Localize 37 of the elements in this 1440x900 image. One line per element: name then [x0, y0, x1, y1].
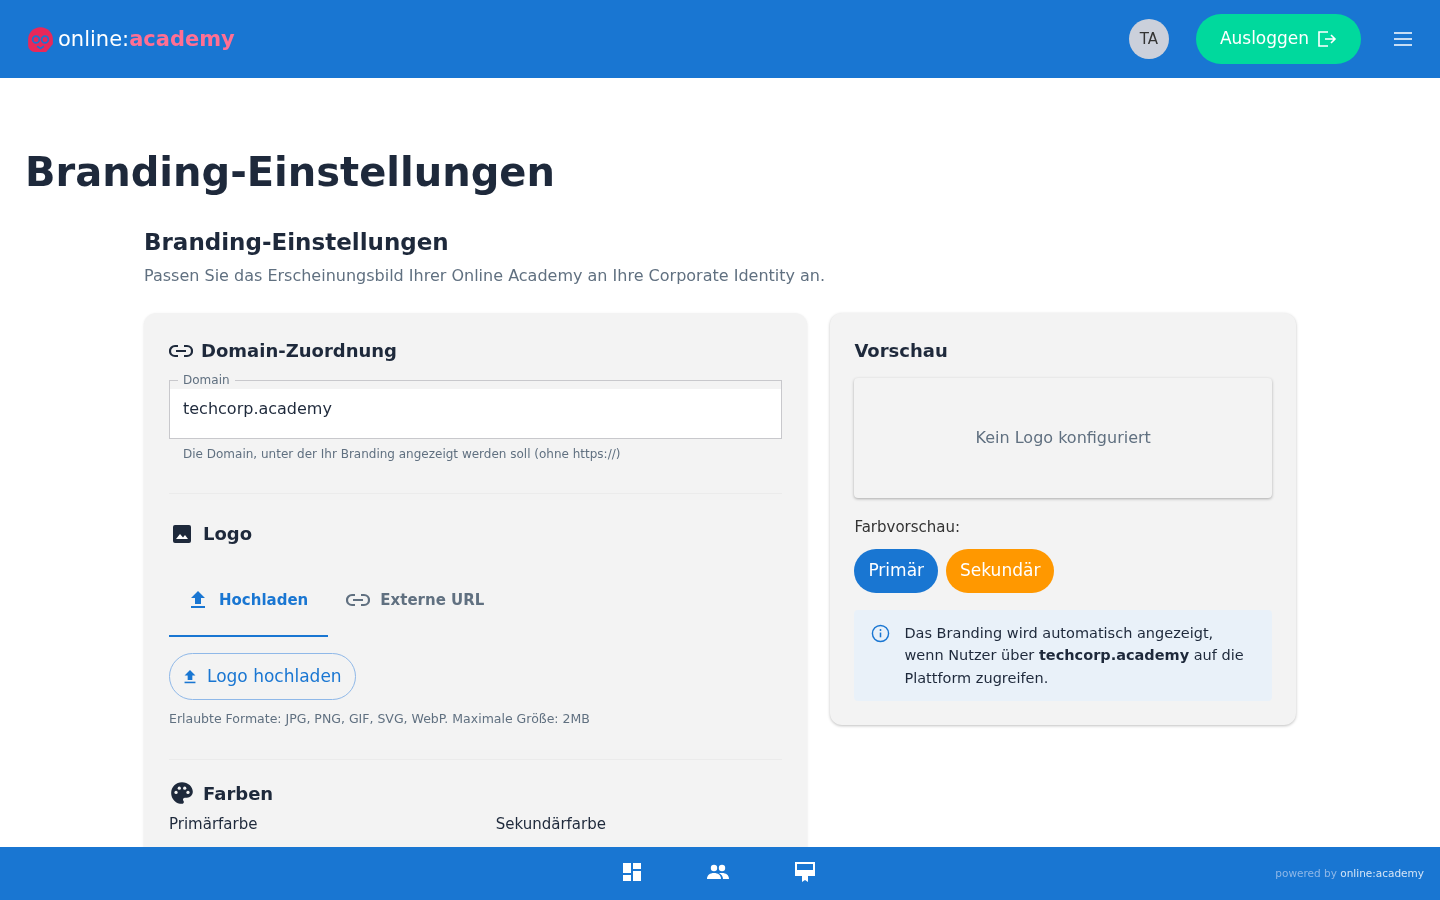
color-chip: Primär	[854, 548, 939, 593]
page-title: Branding-Einstellungen	[25, 148, 556, 197]
dashboard-icon[interactable]	[622, 862, 642, 882]
empty-logo-text: Kein Logo konfiguriert	[975, 427, 1151, 449]
tab[interactable]: Hochladen	[169, 565, 329, 637]
card-heading: Domain-Zuordnung	[201, 339, 397, 363]
helper-text: Die Domain, unter der Ihr Branding angezeigt werden soll (ohne https://)	[183, 446, 622, 463]
logout-icon	[1317, 30, 1338, 48]
link-icon	[169, 343, 193, 358]
presentation-icon[interactable]	[794, 861, 816, 883]
logo-text: online:	[58, 26, 130, 51]
section-title: Branding-Einstellungen	[144, 228, 450, 256]
hint-text: Erlaubte Formate: JPG, PNG, GIF, SVG, WebP. Maximale Größe: 2MB	[169, 710, 591, 728]
card-heading: Farben	[203, 781, 274, 806]
brand-text: online:academy	[1340, 866, 1424, 879]
upload-icon	[183, 668, 197, 685]
powered-by-text: powered by	[1275, 866, 1337, 879]
section-subtitle: Passen Sie das Erscheinungsbild Ihrer Online Academy an Ihre Corporate Identity an.	[144, 265, 827, 287]
menu-icon[interactable]	[1393, 31, 1413, 47]
info-icon	[871, 623, 891, 643]
card-heading: Vorschau	[854, 339, 949, 363]
avatar[interactable]: TA	[1129, 19, 1169, 59]
color-chip: Sekundär	[946, 548, 1055, 593]
field-label: Primärfarbe	[169, 813, 259, 835]
upload-icon	[189, 590, 207, 610]
link-icon	[346, 593, 371, 607]
logo-icon	[27, 25, 54, 53]
tab[interactable]: Externe URL	[328, 565, 503, 637]
field-label: Domain	[182, 372, 231, 388]
people-icon[interactable]	[706, 864, 730, 880]
palette-icon	[169, 780, 195, 807]
card-heading: Logo	[203, 522, 253, 546]
info-text: Das Branding wird automatisch angezeigt, wenn Nutzer über techcorp.academy auf die Plattform zugreifen.	[904, 623, 1245, 688]
logo-text: academy	[129, 26, 235, 51]
domain-field[interactable]: Domain techcorp.academy	[169, 372, 783, 439]
field-label: Sekundärfarbe	[495, 813, 607, 835]
color-preview-label: Farbvorschau:	[854, 517, 962, 538]
